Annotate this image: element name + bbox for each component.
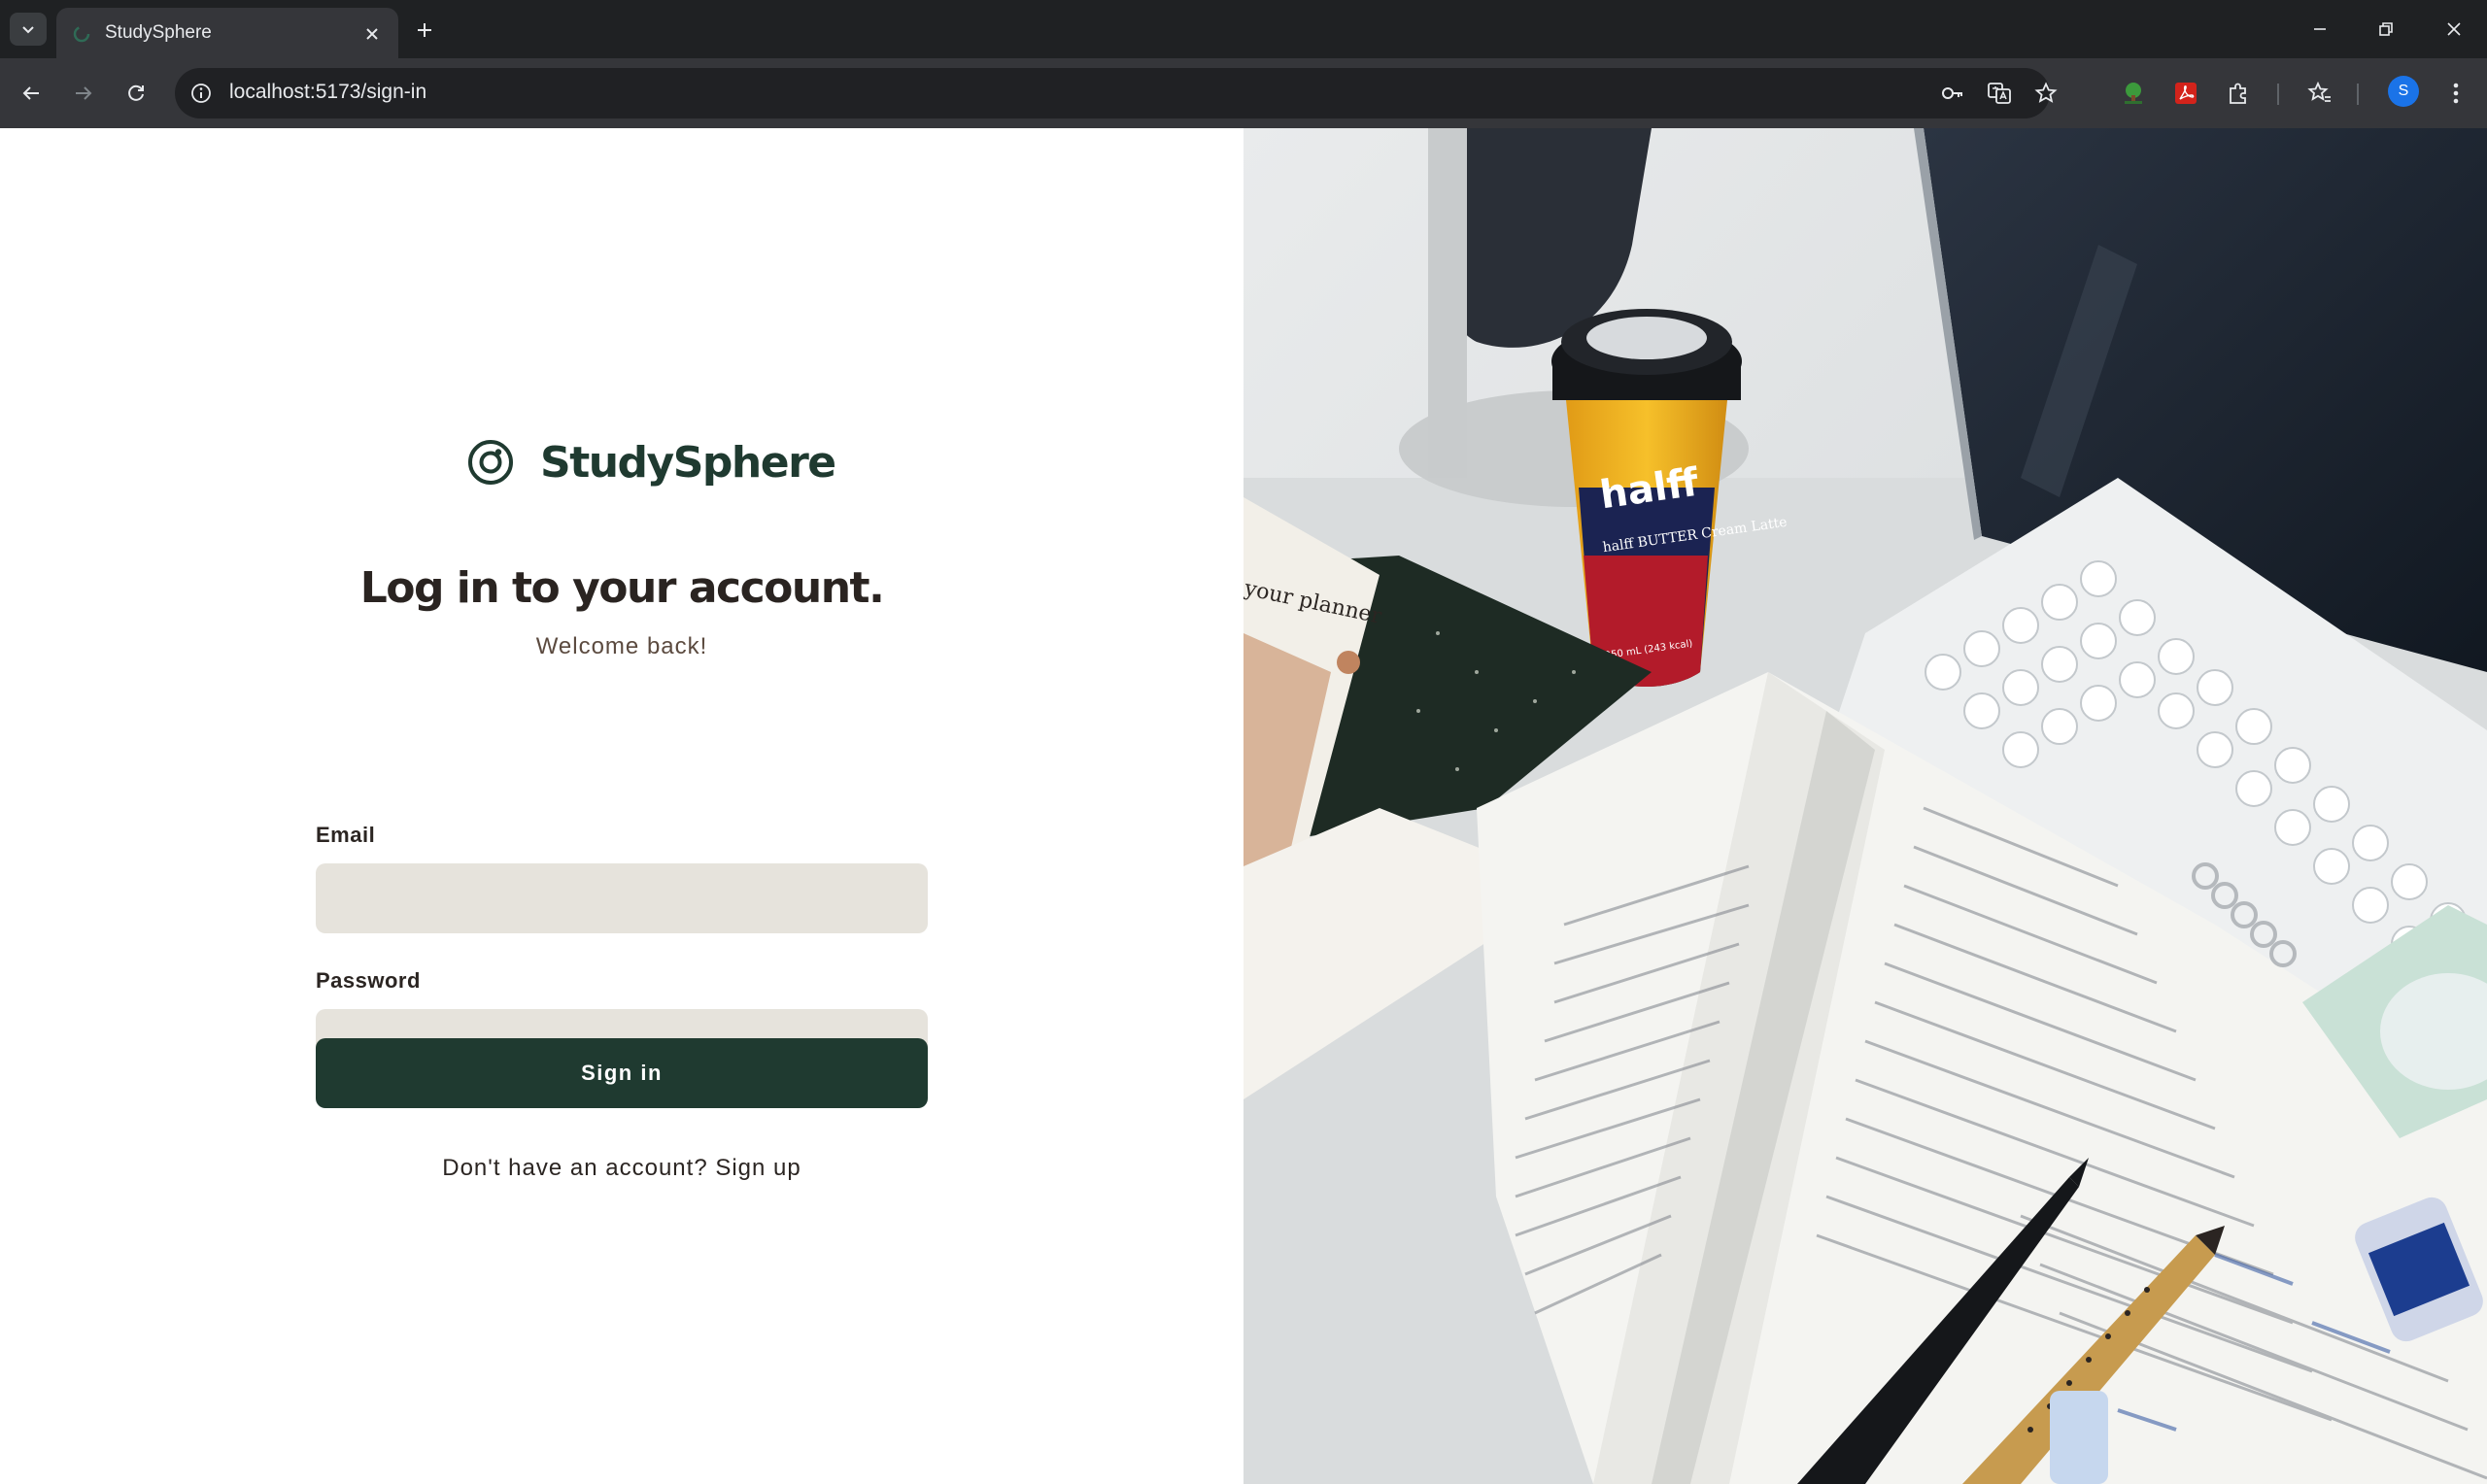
sign-in-button[interactable]: Sign in bbox=[316, 1038, 928, 1108]
minimize-button[interactable] bbox=[2300, 12, 2339, 47]
translate-button[interactable] bbox=[1986, 80, 2013, 107]
page-title: Log in to your account. bbox=[359, 563, 885, 613]
password-key-icon[interactable] bbox=[1939, 80, 1966, 107]
close-icon bbox=[366, 28, 378, 40]
close-icon bbox=[2447, 22, 2461, 36]
tab-title: StudySphere bbox=[105, 22, 212, 43]
toolbar-separator bbox=[2277, 84, 2279, 105]
more-vertical-icon bbox=[2453, 83, 2459, 104]
welcome-text: Welcome back! bbox=[535, 633, 708, 659]
profile-avatar[interactable]: S bbox=[2388, 76, 2419, 107]
back-button[interactable] bbox=[14, 76, 49, 111]
arrow-right-icon bbox=[76, 86, 92, 100]
arrow-left-icon bbox=[22, 86, 39, 100]
translate-icon bbox=[1988, 83, 2011, 104]
hero-image: halff halff BUTTER Cream Latte 250 mL (2… bbox=[1244, 128, 2487, 1484]
tab-close-button[interactable] bbox=[359, 21, 385, 47]
tree-extension-icon bbox=[2125, 83, 2142, 104]
site-info-icon[interactable] bbox=[188, 81, 214, 106]
extensions-button[interactable] bbox=[2221, 76, 2256, 111]
password-label: Password bbox=[316, 968, 421, 993]
sign-up-link[interactable]: Sign up bbox=[715, 1155, 801, 1181]
study-desk-illustration: halff halff BUTTER Cream Latte 250 mL (2… bbox=[1244, 128, 2487, 1484]
address-bar[interactable]: localhost:5173/sign-in bbox=[175, 68, 2058, 118]
extension-tree-button[interactable] bbox=[2116, 76, 2151, 111]
extension-pdf-button[interactable] bbox=[2168, 76, 2203, 111]
browser-toolbar: localhost:5173/sign-in S bbox=[0, 58, 2487, 128]
browser-tab[interactable]: StudySphere bbox=[56, 8, 398, 58]
plus-icon bbox=[418, 23, 431, 37]
email-label: Email bbox=[316, 823, 376, 847]
loading-spinner-icon bbox=[73, 25, 90, 43]
restore-button[interactable] bbox=[2367, 12, 2405, 47]
reload-button[interactable] bbox=[119, 76, 153, 111]
signup-prompt-text: Don't have an account? bbox=[442, 1155, 708, 1181]
page-content: StudySphere Log in to your account. Welc… bbox=[0, 128, 2487, 1484]
sign-in-panel: StudySphere Log in to your account. Welc… bbox=[0, 128, 1244, 1484]
browser-tab-bar: StudySphere bbox=[0, 0, 2487, 58]
brand-header: StudySphere bbox=[466, 433, 836, 491]
pdf-extension-icon bbox=[2175, 83, 2197, 104]
close-window-button[interactable] bbox=[2435, 12, 2473, 47]
tab-search-button[interactable] bbox=[10, 13, 47, 46]
url-text[interactable]: localhost:5173/sign-in bbox=[229, 81, 426, 104]
restore-icon bbox=[2379, 22, 2393, 36]
chevron-down-icon bbox=[22, 26, 34, 34]
bookmark-star-button[interactable] bbox=[2032, 80, 2060, 107]
toolbar-separator bbox=[2357, 84, 2359, 105]
bookmark-list-icon bbox=[2307, 81, 2331, 102]
new-tab-button[interactable] bbox=[408, 14, 441, 47]
minimize-icon bbox=[2314, 28, 2326, 30]
reload-icon bbox=[128, 84, 144, 101]
logo-icon bbox=[468, 440, 513, 485]
key-icon bbox=[1942, 87, 1962, 99]
star-icon bbox=[2034, 82, 2058, 103]
browser-menu-button[interactable] bbox=[2438, 76, 2473, 111]
brand-name: StudySphere bbox=[540, 437, 836, 488]
bookmarks-button[interactable] bbox=[2302, 76, 2337, 111]
email-field[interactable] bbox=[316, 863, 928, 933]
forward-button[interactable] bbox=[66, 76, 101, 111]
puzzle-icon bbox=[2230, 83, 2246, 104]
signup-prompt: Don't have an account? Sign up bbox=[0, 1155, 1244, 1182]
